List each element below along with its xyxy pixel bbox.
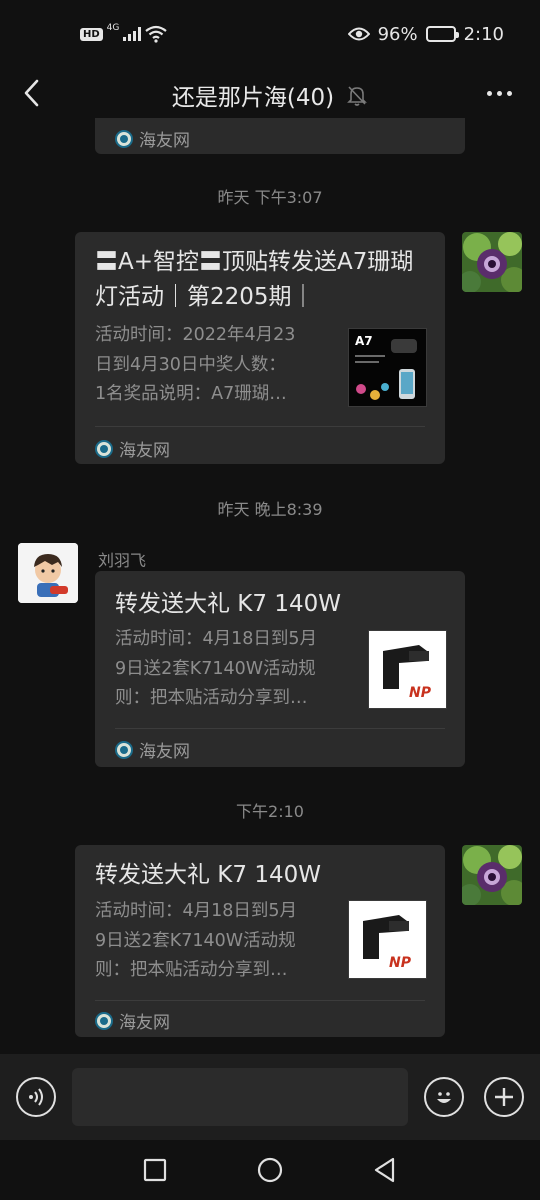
emoji-icon [437, 1092, 451, 1103]
card-description: 活动时间：4月18日到5月 9日送2套K7140W活动规 则：把本贴活动分享到… [95, 897, 340, 986]
message-timestamp: 昨天 晚上8:39 [217, 500, 323, 519]
recent-apps-icon [143, 1158, 167, 1182]
card-divider [95, 426, 425, 427]
status-left: HD 4G [80, 22, 168, 46]
card-title: 转发送大礼 K7 140W [95, 862, 321, 888]
message-timestamp: 昨天 下午3:07 [217, 188, 323, 207]
card-source: 海友网 [115, 737, 190, 762]
status-bar: HD 4G 96% 2:10 [0, 0, 540, 68]
back-triangle-icon [374, 1157, 395, 1183]
sender-avatar[interactable] [18, 543, 78, 603]
more-options-button[interactable] [487, 82, 512, 104]
card-source-label: 海友网 [139, 131, 190, 151]
chat-header: 还是那片海(40) [0, 68, 540, 118]
card-desc-line: 则：把本贴活动分享到… [95, 960, 288, 980]
card-thumbnail: NP [348, 900, 427, 979]
card-description: 活动时间：2022年4月23 日到4月30日中奖人数： 1名奖品说明：A7珊瑚… [95, 321, 335, 410]
link-card-message[interactable]: 转发送大礼 K7 140W 活动时间：4月18日到5月 9日送2套K7140W活… [75, 845, 445, 1037]
site-logo-icon [115, 129, 133, 148]
link-card-message[interactable]: 转发送大礼 K7 140W 活动时间：4月18日到5月 9日送2套K7140W活… [95, 571, 465, 767]
chat-title-area: 还是那片海(40) [0, 78, 540, 112]
card-desc-line: 则：把本贴活动分享到… [115, 688, 308, 708]
lamp-product-image: NP [369, 631, 446, 708]
status-right: 96% 2:10 [347, 22, 504, 46]
card-thumbnail: NP [368, 630, 447, 709]
wifi-icon [145, 25, 168, 43]
clock: 2:10 [463, 23, 504, 45]
card-divider [115, 728, 445, 729]
card-description: 活动时间：4月18日到5月 9日送2套K7140W活动规 则：把本贴活动分享到… [115, 625, 360, 714]
cartoon-avatar-image [18, 543, 78, 603]
coral-avatar-image [462, 845, 522, 905]
site-logo-icon [115, 740, 133, 759]
message-timestamp: 下午2:10 [236, 802, 304, 821]
card-title: 转发送大礼 K7 140W [115, 591, 341, 617]
card-source: 海友网 [95, 436, 170, 461]
sender-name: 刘羽飞 [98, 551, 147, 570]
card-source-label: 海友网 [139, 742, 190, 762]
system-navigation-bar [0, 1140, 540, 1200]
coral-avatar-image [462, 232, 522, 292]
card-source-label: 海友网 [119, 441, 170, 461]
card-desc-line: 活动时间：4月18日到5月 [95, 901, 298, 921]
card-desc-line: 活动时间：2022年4月23 [95, 325, 296, 345]
card-divider [95, 1000, 425, 1001]
card-desc-line: 日到4月30日中奖人数： [95, 354, 286, 375]
voice-icon [29, 1088, 43, 1106]
hd-badge: HD [80, 27, 103, 41]
chat-title: 还是那片海(40) [171, 85, 335, 111]
home-icon [257, 1157, 283, 1183]
card-desc-line: 9日送2套K7140W活动规 [95, 930, 296, 951]
card-source: 海友网 [115, 126, 190, 151]
my-avatar[interactable] [462, 845, 522, 905]
more-functions-button[interactable] [484, 1077, 524, 1117]
battery-percent: 96% [377, 23, 418, 45]
card-desc-line: 活动时间：4月18日到5月 [115, 629, 318, 649]
thumb-label: NP [409, 685, 432, 701]
card-thumbnail: A7 [348, 328, 427, 407]
emoji-button[interactable] [424, 1077, 464, 1117]
message-input-bar [0, 1054, 540, 1140]
recent-apps-button[interactable] [142, 1157, 168, 1183]
message-card-partial[interactable]: 海友网 [95, 118, 465, 154]
card-desc-line: 1名奖品说明：A7珊瑚… [95, 384, 287, 404]
site-logo-icon [95, 1011, 113, 1030]
battery-icon [425, 26, 459, 42]
more-dot [497, 90, 502, 96]
plus-icon [495, 1088, 513, 1106]
message-text-input[interactable] [72, 1068, 408, 1126]
card-title: 〓A+智控〓顶贴转发送A7珊瑚灯活动｜第2205期｜ [95, 249, 414, 310]
card-desc-line: 9日送2套K7140W活动规 [115, 658, 316, 679]
link-card-message[interactable]: 〓A+智控〓顶贴转发送A7珊瑚灯活动｜第2205期｜ 活动时间：2022年4月2… [75, 232, 445, 464]
card-source-label: 海友网 [119, 1013, 170, 1033]
card-source: 海友网 [95, 1008, 170, 1033]
signal-icon [123, 27, 142, 41]
lamp-product-image: NP [349, 901, 426, 978]
product-image: A7 [349, 329, 426, 406]
home-button[interactable] [257, 1157, 283, 1183]
site-logo-icon [95, 439, 113, 458]
chat-message-list[interactable]: 海友网 昨天 下午3:07 〓A+智控〓顶贴转发送A7珊瑚灯活动｜第2205期｜… [0, 118, 540, 1054]
eye-icon [347, 27, 370, 41]
voice-input-button[interactable] [16, 1077, 56, 1117]
more-dots-icon [487, 90, 492, 96]
thumb-label: A7 [355, 334, 373, 348]
thumb-label: NP [389, 955, 412, 971]
network-type-label: 4G [106, 23, 120, 33]
more-dot [507, 90, 512, 96]
my-avatar[interactable] [462, 232, 522, 292]
system-back-button[interactable] [372, 1157, 398, 1183]
mute-bell-icon [347, 86, 368, 106]
